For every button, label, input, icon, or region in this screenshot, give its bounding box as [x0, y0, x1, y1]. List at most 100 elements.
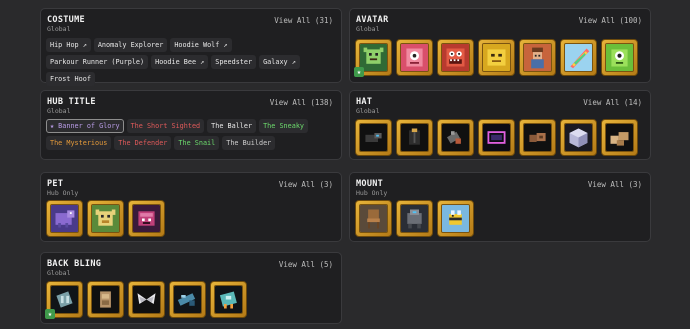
avatar-item[interactable]	[560, 39, 597, 76]
back-bling-item[interactable]	[87, 281, 124, 318]
costume-chip[interactable]: Hip Hop ↗	[46, 38, 91, 52]
favorite-star-icon: ★	[354, 67, 364, 77]
avatar-pink-cube-monster-icon	[400, 43, 429, 72]
hub-title-card: HUB TITLE Global View All (138) ★ Banner…	[40, 90, 342, 160]
mount-item-list	[355, 200, 474, 237]
avatar-yellow-blob-icon	[482, 43, 511, 72]
back-bling-item[interactable]	[210, 281, 247, 318]
pet-item[interactable]	[46, 200, 83, 237]
avatar-item[interactable]	[519, 39, 556, 76]
costume-chip[interactable]: Hoodie Bee ↗	[151, 55, 209, 69]
costume-card: COSTUME Global View All (31) Hip Hop ↗ A…	[40, 8, 342, 86]
mount-item[interactable]	[355, 200, 392, 237]
costume-chip[interactable]: Parkour Runner (Purple)	[46, 55, 149, 69]
favorite-star-icon: ★	[45, 309, 55, 319]
costume-view-all-link[interactable]: View All (31)	[274, 16, 333, 25]
hat-item[interactable]	[396, 119, 433, 156]
hat-item[interactable]	[437, 119, 474, 156]
back-bling-wings-icon	[132, 285, 161, 314]
hub-title-chip-selected[interactable]: ★ Banner of Glory	[46, 119, 124, 133]
avatar-item[interactable]	[601, 39, 638, 76]
hat-scope: Global	[356, 107, 380, 115]
back-bling-title: BACK BLING	[47, 259, 102, 269]
costume-chip[interactable]: Speedster	[211, 55, 257, 69]
pet-purple-dino-icon	[50, 204, 79, 233]
pet-item-list	[46, 200, 165, 237]
hat-title: HAT	[356, 97, 373, 107]
mount-wooden-chair-icon	[359, 204, 388, 233]
mount-card: MOUNT Hub Only View All (3)	[349, 172, 651, 242]
costume-chip[interactable]: Galaxy ↗	[259, 55, 300, 69]
back-bling-item[interactable]	[128, 281, 165, 318]
avatar-view-all-link[interactable]: View All (100)	[579, 16, 642, 25]
mount-item[interactable]	[396, 200, 433, 237]
pet-yellow-gremlin-icon	[91, 204, 120, 233]
hat-crystal-cube-icon	[564, 123, 593, 152]
avatar-item[interactable]	[396, 39, 433, 76]
costume-chip[interactable]: Hoodie Wolf ↗	[170, 38, 232, 52]
hat-item[interactable]	[355, 119, 392, 156]
costume-chip-list: Hip Hop ↗ Anomaly Explorer Hoodie Wolf ↗…	[46, 38, 336, 86]
mount-view-all-link[interactable]: View All (3)	[588, 180, 642, 189]
back-bling-item[interactable]	[169, 281, 206, 318]
back-bling-teal-jetpack-icon	[214, 285, 243, 314]
back-bling-scope: Global	[47, 269, 71, 277]
hub-title-chip-list: ★ Banner of Glory The Short Sighted The …	[46, 119, 336, 150]
hat-dark-gadget-icon	[359, 123, 388, 152]
hat-neon-frame-icon	[482, 123, 511, 152]
avatar-rainbow-feather-icon	[564, 43, 593, 72]
mount-item[interactable]	[437, 200, 474, 237]
avatar-explorer-icon	[523, 43, 552, 72]
back-bling-card: BACK BLING Global View All (5) ★	[40, 252, 342, 324]
hub-title-chip[interactable]: The Short Sighted	[126, 119, 205, 133]
hat-item[interactable]	[478, 119, 515, 156]
avatar-card: AVATAR Global View All (100) ★	[349, 8, 651, 83]
hat-view-all-link[interactable]: View All (14)	[583, 98, 642, 107]
mount-title: MOUNT	[356, 179, 384, 189]
avatar-item[interactable]	[437, 39, 474, 76]
avatar-item-list: ★	[354, 39, 638, 77]
hat-wooden-crate-icon	[523, 123, 552, 152]
avatar-scope: Global	[356, 25, 380, 33]
pet-card: PET Hub Only View All (3)	[40, 172, 342, 242]
back-bling-blaster-icon	[173, 285, 202, 314]
costume-chip[interactable]: Anomaly Explorer	[93, 38, 168, 52]
hat-wooden-blocks-icon	[605, 123, 634, 152]
hub-title-title: HUB TITLE	[47, 97, 96, 107]
hub-title-view-all-link[interactable]: View All (138)	[270, 98, 333, 107]
back-bling-item-list: ★	[45, 281, 247, 319]
back-bling-view-all-link[interactable]: View All (5)	[279, 260, 333, 269]
pet-magenta-beast-icon	[132, 204, 161, 233]
mount-bee-rider-icon	[441, 204, 470, 233]
avatar-title: AVATAR	[356, 15, 389, 25]
pet-view-all-link[interactable]: View All (3)	[279, 180, 333, 189]
costume-title: COSTUME	[47, 15, 85, 25]
avatar-item[interactable]	[478, 39, 515, 76]
avatar-item[interactable]: ★	[354, 39, 392, 77]
hat-item[interactable]	[560, 119, 597, 156]
costume-chip[interactable]: Frost Hoof	[46, 72, 95, 86]
hat-black-vest-icon	[400, 123, 429, 152]
hub-title-chip[interactable]: The Sneaky	[259, 119, 308, 133]
pet-item[interactable]	[128, 200, 165, 237]
hat-item[interactable]	[519, 119, 556, 156]
hat-item[interactable]	[601, 119, 638, 156]
costume-scope: Global	[47, 25, 71, 33]
hat-card: HAT Global View All (14)	[349, 90, 651, 160]
mount-scope: Hub Only	[356, 189, 388, 197]
pet-scope: Hub Only	[47, 189, 79, 197]
hat-item-list	[355, 119, 638, 156]
avatar-red-toothy-monster-icon	[441, 43, 470, 72]
back-bling-item[interactable]: ★	[45, 281, 83, 319]
pet-item[interactable]	[87, 200, 124, 237]
back-bling-wooden-pack-icon	[91, 285, 120, 314]
avatar-green-cyclops-icon	[605, 43, 634, 72]
hub-title-chip[interactable]: The Baller	[207, 119, 257, 133]
hub-title-chip[interactable]: The Mysterious	[46, 136, 112, 150]
hub-title-chip[interactable]: The Snail	[174, 136, 220, 150]
hub-title-chip[interactable]: The Defender	[114, 136, 172, 150]
mount-gray-mech-icon	[400, 204, 429, 233]
pet-title: PET	[47, 179, 64, 189]
hub-title-scope: Global	[47, 107, 71, 115]
hub-title-chip[interactable]: The Builder	[222, 136, 276, 150]
